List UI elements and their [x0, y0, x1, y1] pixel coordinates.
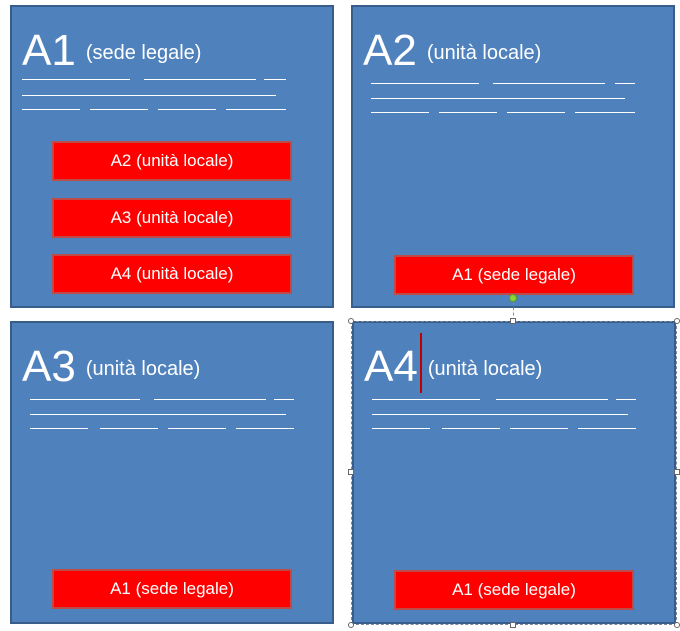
resize-handle-right[interactable]	[674, 469, 680, 475]
placeholder-text-line	[144, 79, 256, 80]
placeholder-text-line	[372, 414, 628, 415]
placeholder-text-line	[30, 428, 88, 429]
placeholder-text-line	[371, 83, 479, 84]
placeholder-text-line	[154, 399, 266, 400]
link-a1-button[interactable]: A1 (sede legale)	[394, 255, 634, 295]
placeholder-text-line	[615, 83, 635, 84]
placeholder-text-line	[510, 428, 568, 429]
placeholder-text-line	[22, 109, 80, 110]
panel-a3[interactable]: A3 (unità locale) A1 (sede legale)	[10, 321, 334, 624]
panel-title: A2 (unità locale)	[363, 29, 541, 73]
link-a1-button[interactable]: A1 (sede legale)	[394, 570, 634, 610]
panel-subtitle: (unità locale)	[85, 358, 201, 380]
placeholder-text-line	[575, 112, 635, 113]
placeholder-text-line	[22, 79, 130, 80]
link-a3-button[interactable]: A3 (unità locale)	[52, 198, 292, 238]
resize-handle-left[interactable]	[348, 469, 354, 475]
placeholder-text-line	[442, 428, 500, 429]
panel-code: A1	[22, 26, 76, 75]
panel-title: A4 (unità locale)	[364, 345, 542, 389]
placeholder-text-line	[372, 399, 480, 400]
panel-subtitle: (sede legale)	[85, 42, 202, 64]
text-cursor	[420, 333, 422, 393]
placeholder-text-line	[168, 428, 226, 429]
panel-subtitle: (unità locale)	[427, 358, 543, 380]
link-a2-button[interactable]: A2 (unità locale)	[52, 141, 292, 181]
resize-handle-bottom-left[interactable]	[348, 622, 354, 628]
panel-subtitle: (unità locale)	[426, 42, 542, 64]
panel-code: A4	[364, 342, 418, 391]
rotation-handle[interactable]	[509, 294, 517, 302]
placeholder-text-line	[30, 414, 286, 415]
panel-a4[interactable]: A4 (unità locale) A1 (sede legale)	[352, 321, 676, 624]
placeholder-text-line	[158, 109, 216, 110]
placeholder-text-line	[616, 399, 636, 400]
placeholder-text-line	[274, 399, 294, 400]
placeholder-text-line	[90, 109, 148, 110]
resize-handle-top-left[interactable]	[348, 318, 354, 324]
placeholder-text-line	[507, 112, 565, 113]
placeholder-text-line	[493, 83, 605, 84]
placeholder-text-line	[496, 399, 608, 400]
panel-a2[interactable]: A2 (unità locale) A1 (sede legale)	[351, 5, 675, 308]
link-a4-button[interactable]: A4 (unità locale)	[52, 254, 292, 294]
placeholder-text-line	[264, 79, 286, 80]
resize-handle-top[interactable]	[510, 318, 516, 324]
placeholder-text-line	[371, 112, 429, 113]
placeholder-text-line	[22, 95, 276, 96]
panel-title: A1 (sede legale)	[22, 29, 201, 73]
panel-title: A3 (unità locale)	[22, 345, 200, 389]
placeholder-text-line	[372, 428, 430, 429]
panel-a1[interactable]: A1 (sede legale) A2 (unità locale) A3 (un…	[10, 5, 334, 308]
placeholder-text-line	[226, 109, 286, 110]
placeholder-text-line	[30, 399, 140, 400]
placeholder-text-line	[236, 428, 294, 429]
link-a1-button[interactable]: A1 (sede legale)	[52, 569, 292, 609]
placeholder-text-line	[439, 112, 497, 113]
resize-handle-bottom-right[interactable]	[674, 622, 680, 628]
placeholder-text-line	[578, 428, 636, 429]
resize-handle-bottom[interactable]	[510, 622, 516, 628]
placeholder-text-line	[371, 98, 625, 99]
panel-code: A2	[363, 26, 417, 75]
placeholder-text-line	[100, 428, 158, 429]
panel-code: A3	[22, 342, 76, 391]
resize-handle-top-right[interactable]	[674, 318, 680, 324]
